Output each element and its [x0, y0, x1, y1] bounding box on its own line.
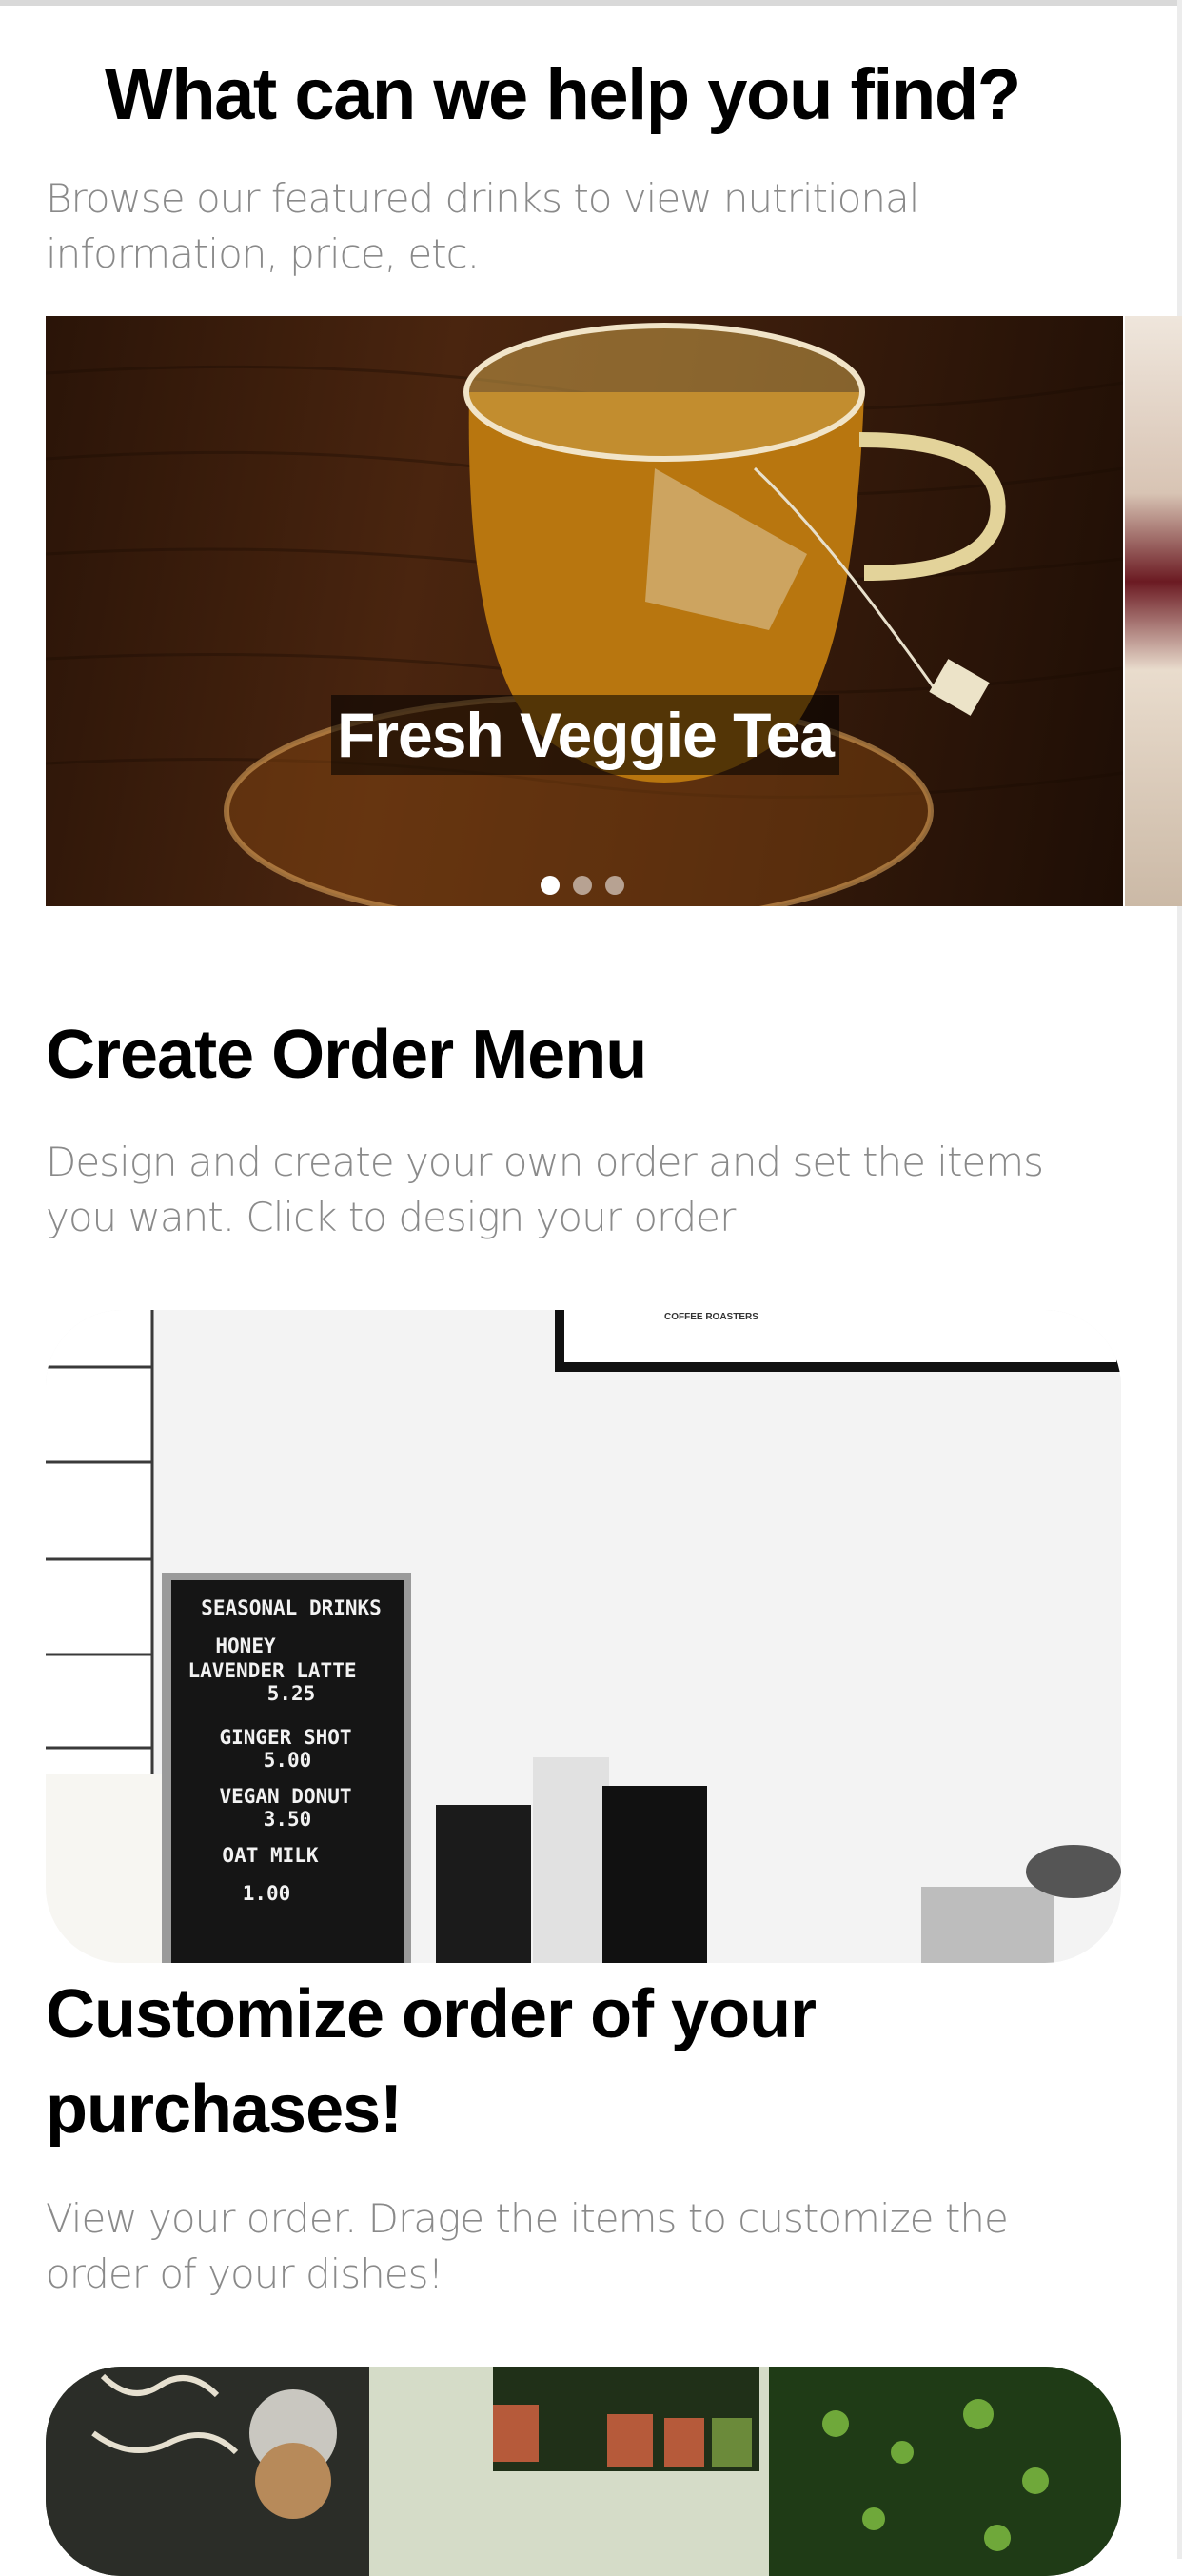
- create-order-card[interactable]: COFFEE ROASTERS SEASONAL DRINKS HONEY LA…: [46, 1310, 1121, 1963]
- page-dot-1[interactable]: [541, 876, 560, 895]
- board-line-2: HONEY: [215, 1635, 276, 1657]
- board-line-3: LAVENDER LATTE: [187, 1659, 356, 1682]
- customize-order-title: Customize order of your purchases!: [46, 1976, 817, 2148]
- board-line-4: 5.25: [267, 1682, 316, 1705]
- page-dot-2[interactable]: [573, 876, 592, 895]
- board-line-10: 1.00: [243, 1882, 291, 1905]
- board-line-1: SEASONAL DRINKS: [201, 1596, 382, 1619]
- page-description: Browse our featured drinks to view nutri…: [46, 175, 919, 277]
- customize-order-card[interactable]: [46, 2367, 1121, 2576]
- tea-photo: [46, 323, 1123, 906]
- board-line-6: 5.00: [264, 1749, 312, 1772]
- page-dot-3[interactable]: [605, 876, 624, 895]
- create-order-title: Create Order Menu: [46, 1017, 647, 1093]
- carousel-slide[interactable]: Fresh Veggie Tea: [46, 316, 1123, 906]
- page-title: What can we help you find?: [105, 54, 1021, 135]
- page-indicator[interactable]: [541, 876, 624, 895]
- create-order-description: Design and create your own order and set…: [46, 1139, 1044, 1240]
- featured-drinks-carousel[interactable]: Fresh Veggie Tea: [46, 316, 1182, 906]
- customize-order-description: View your order. Drage the items to cust…: [46, 2195, 1009, 2297]
- menu-board-photo: COFFEE ROASTERS SEASONAL DRINKS HONEY LA…: [46, 1310, 1121, 1963]
- storefront-photo: [46, 2367, 1121, 2576]
- board-line-8: 3.50: [264, 1808, 312, 1831]
- frame-text: COFFEE ROASTERS: [664, 1312, 758, 1322]
- board-line-9: OAT MILK: [222, 1844, 319, 1867]
- board-line-5: GINGER SHOT: [219, 1726, 351, 1749]
- board-line-7: VEGAN DONUT: [219, 1785, 351, 1808]
- top-divider: [0, 0, 1182, 6]
- carousel-next-slide-peek[interactable]: [1125, 316, 1182, 906]
- slide-caption: Fresh Veggie Tea: [331, 695, 839, 775]
